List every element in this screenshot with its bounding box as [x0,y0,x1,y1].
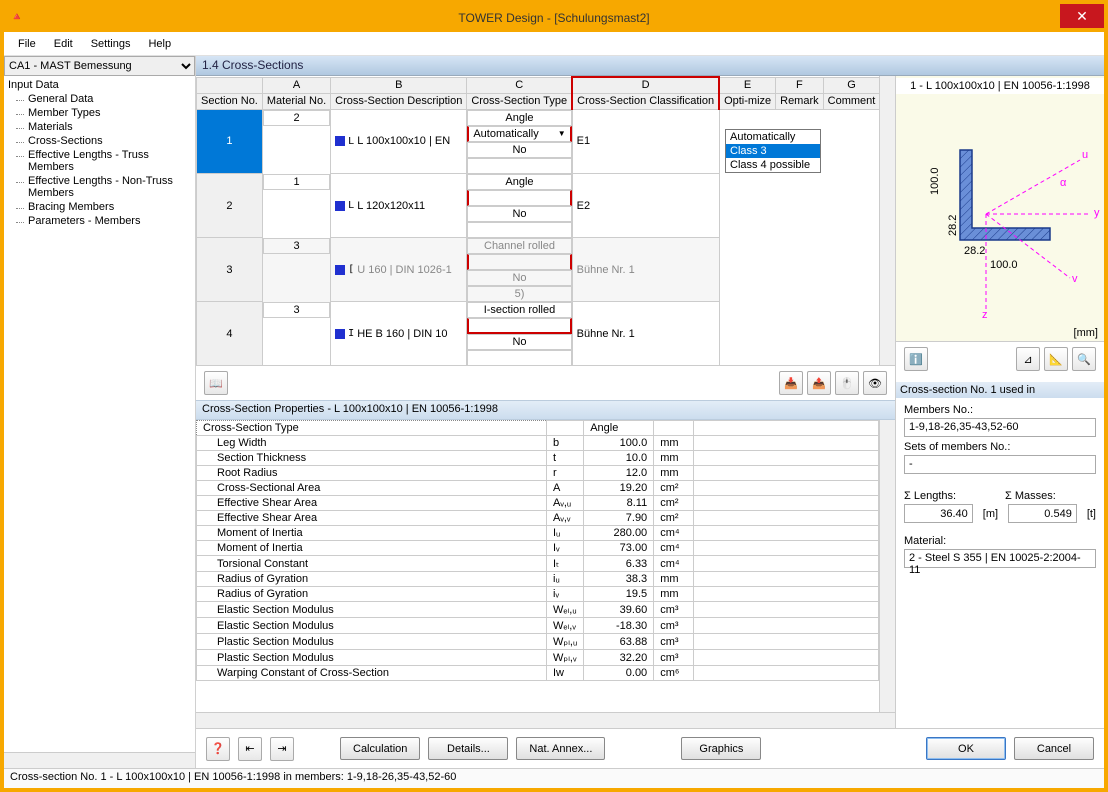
cross-sections-table[interactable]: A B C D E F G Section [196,76,879,365]
details-button[interactable]: Details... [428,737,508,760]
properties-table: Cross-Section TypeAngle Leg Widthb100.0m… [196,420,879,681]
menu-help[interactable]: Help [140,36,179,52]
app-icon: 🔺 [10,10,26,26]
stress-icon[interactable]: 🔍 [1072,347,1096,371]
info-icon[interactable]: ℹ️ [904,347,928,371]
svg-text:z: z [982,309,988,320]
prop-row: Warping Constant of Cross-SectionIw0.00c… [197,666,879,681]
nat-annex-button[interactable]: Nat. Annex... [516,737,605,760]
prev-icon[interactable]: ⇤ [238,737,262,761]
cancel-button[interactable]: Cancel [1014,737,1094,760]
svg-text:100.0: 100.0 [929,167,941,195]
table-row[interactable]: 43I HE B 160 | DIN 10I-section rolledNoB… [197,302,880,366]
titlebar: 🔺 TOWER Design - [Schulungsmast2] ✕ [4,4,1104,32]
prop-row: Elastic Section ModulusWₑₗ,ᵤ39.60cm³ [197,602,879,618]
dims-icon[interactable]: 📐 [1044,347,1068,371]
tree-item[interactable]: Effective Lengths - Non-Truss Members [8,174,191,200]
masses-field[interactable] [1008,504,1077,523]
svg-text:α: α [1060,177,1067,189]
dd-opt-class3[interactable]: Class 3 [726,144,820,158]
hdr-opti: Opti-mize [719,93,776,109]
svg-text:100.0: 100.0 [990,259,1018,271]
menu-edit[interactable]: Edit [46,36,81,52]
hdr-remark: Remark [776,93,824,109]
tree-item[interactable]: Bracing Members [8,200,191,214]
tree-item[interactable]: Cross-Sections [8,134,191,148]
statusbar: Cross-section No. 1 - L 100x100x10 | EN … [4,768,1104,788]
prop-row: Leg Widthb100.0mm [197,436,879,451]
axes-icon[interactable]: ⊿ [1016,347,1040,371]
table-row[interactable]: 33[ U 160 | DIN 1026-1Channel rolledNo5)… [197,238,880,302]
section-preview: 1 - L 100x100x10 | EN 10056-1:1998 u y v… [896,76,1104,342]
grid-vscroll[interactable] [879,76,895,365]
members-field[interactable]: 1-9,18-26,35-43,52-60 [904,418,1096,437]
sidebar-hscroll[interactable] [4,752,195,768]
dd-opt-auto[interactable]: Automatically [726,130,820,144]
bottom-bar: ❓ ⇤ ⇥ Calculation Details... Nat. Annex.… [196,728,1104,768]
nav-tree: Input Data General DataMember TypesMater… [4,76,195,752]
section-svg: u y v z α 100.0 28.2 28.2 100.0 [900,80,1100,320]
prop-row: Effective Shear AreaAᵥ,ᵥ7.90cm² [197,511,879,526]
view-icon[interactable]: 👁 [863,371,887,395]
info-panel: Cross-section No. 1 used in Members No.:… [896,376,1104,728]
svg-text:u: u [1082,149,1088,161]
hdr-class: Cross-Section Classification [572,93,719,109]
table-row[interactable]: 21L L 120x120x11AngleNoE2 [197,174,880,238]
calculation-button[interactable]: Calculation [340,737,420,760]
props-header: Cross-Section Properties - L 100x100x10 … [196,400,895,420]
prop-row: Cross-Sectional AreaA19.20cm² [197,481,879,496]
tree-item[interactable]: Member Types [8,106,191,120]
menu-file[interactable]: File [10,36,44,52]
next-icon[interactable]: ⇥ [270,737,294,761]
help-icon[interactable]: ❓ [206,737,230,761]
tree-item[interactable]: Effective Lengths - Truss Members [8,148,191,174]
svg-text:y: y [1094,207,1100,219]
dd-opt-class4[interactable]: Class 4 possible [726,158,820,172]
case-combo[interactable]: CA1 - MAST Bemessung [4,56,195,76]
prop-row: Radius of Gyrationiᵥ19.5mm [197,587,879,602]
close-button[interactable]: ✕ [1060,4,1104,28]
hdr-type: Cross-Section Type [467,93,572,109]
center-hscroll[interactable] [196,712,895,728]
hdr-material: Material No. [262,93,330,109]
prop-row: Effective Shear AreaAᵥ,ᵤ8.11cm² [197,496,879,511]
svg-text:v: v [1072,273,1078,285]
classification-dropdown[interactable]: Automatically Class 3 Class 4 possible [725,129,821,173]
import-icon[interactable]: 📥 [779,371,803,395]
props-vscroll[interactable] [879,420,895,712]
app-window: 🔺 TOWER Design - [Schulungsmast2] ✕ File… [0,0,1108,792]
export-icon[interactable]: 📤 [807,371,831,395]
prop-row: Plastic Section ModulusWₚₗ,ᵥ32.20cm³ [197,650,879,666]
prop-row: Moment of InertiaIᵥ73.00cm⁴ [197,541,879,556]
material-field[interactable]: 2 - Steel S 355 | EN 10025-2:2004-11 [904,549,1096,568]
hdr-desc: Cross-Section Description [331,93,467,109]
ok-button[interactable]: OK [926,737,1006,760]
tree-item[interactable]: General Data [8,92,191,106]
svg-text:28.2: 28.2 [964,245,985,257]
menubar: File Edit Settings Help [4,32,1104,56]
tree-item[interactable]: Materials [8,120,191,134]
prop-row: Moment of InertiaIᵤ280.00cm⁴ [197,526,879,541]
sidebar: CA1 - MAST Bemessung Input Data General … [4,56,196,768]
prop-row: Radius of Gyrationiᵤ38.3mm [197,572,879,587]
pick-icon[interactable]: 🖱️ [835,371,859,395]
sets-field[interactable]: - [904,455,1096,474]
prop-row: Section Thicknesst10.0mm [197,451,879,466]
library-icon[interactable]: 📖 [204,371,228,395]
section-title: 1.4 Cross-Sections [196,56,1104,76]
prop-row: Plastic Section ModulusWₚₗ,ᵤ63.88cm³ [197,634,879,650]
tree-item[interactable]: Parameters - Members [8,214,191,228]
prop-row: Root Radiusr12.0mm [197,466,879,481]
prop-row: Torsional ConstantIₜ6.33cm⁴ [197,556,879,572]
svg-text:28.2: 28.2 [947,215,959,236]
hdr-section: Section No. [197,93,263,109]
hdr-comment: Comment [823,93,879,109]
menu-settings[interactable]: Settings [83,36,139,52]
prop-row: Elastic Section ModulusWₑₗ,ᵥ-18.30cm³ [197,618,879,634]
window-title: TOWER Design - [Schulungsmast2] [458,11,649,25]
lengths-field[interactable] [904,504,973,523]
tree-root[interactable]: Input Data [8,78,191,92]
graphics-button[interactable]: Graphics [681,737,761,760]
